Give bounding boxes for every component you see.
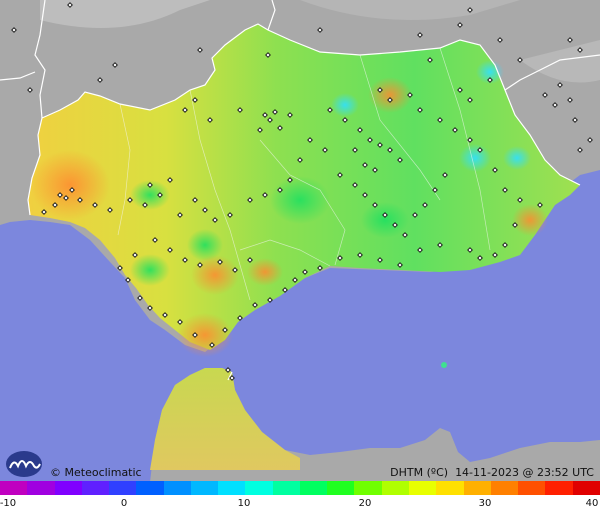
scale-color-cell <box>163 481 191 495</box>
hotspot-malaga <box>247 258 283 286</box>
scale-color-cell <box>408 481 437 495</box>
attribution-label: © Meteoclimatic <box>50 466 142 479</box>
scale-color-cell <box>272 481 300 495</box>
scale-color-cell <box>190 481 219 495</box>
hotspot-almeria <box>512 204 548 236</box>
scale-tick-label: 0 <box>120 498 128 509</box>
scale-tick-label: 10 <box>237 498 251 509</box>
scale-color-cell <box>218 481 246 495</box>
variable-label: DHTM (ºC) <box>390 466 449 479</box>
greenspot-3 <box>187 229 223 261</box>
datetime-label: 14-11-2023 @ 23:52 UTC <box>455 466 594 479</box>
scale-color-cell <box>245 481 273 495</box>
color-scale-bar <box>0 481 600 495</box>
scale-color-cell <box>436 481 464 495</box>
scale-color-cell <box>572 481 600 495</box>
scale-color-cell <box>327 481 355 495</box>
scale-color-cell <box>354 481 382 495</box>
greenspot-4 <box>270 176 330 224</box>
copyright-symbol: © <box>50 466 65 479</box>
scale-tick-label: 20 <box>358 498 372 509</box>
scale-color-cell <box>54 481 82 495</box>
scale-color-cell <box>0 481 28 495</box>
coolspot-granada <box>459 144 491 172</box>
hotspot-jerez <box>191 255 239 295</box>
map-canvas <box>0 0 600 482</box>
scale-tick-label: -10 <box>0 498 17 509</box>
island-marker <box>441 362 447 368</box>
scale-color-cell <box>490 481 519 495</box>
attribution-text: Meteoclimatic <box>64 466 142 479</box>
scale-color-cell <box>27 481 55 495</box>
scale-tick-label: 40 <box>585 498 599 509</box>
scale-color-cell <box>109 481 137 495</box>
meteoclimatic-logo <box>6 451 42 477</box>
coolspot-baza <box>503 146 531 170</box>
color-scale-ticks: -10 0 10 20 30 40 <box>0 495 600 517</box>
scale-color-cell <box>381 481 409 495</box>
scale-tick-label: 30 <box>478 498 492 509</box>
scale-color-cell <box>299 481 328 495</box>
greenspot-2 <box>130 254 170 286</box>
scale-color-cell <box>136 481 164 495</box>
greenspot-5 <box>361 202 409 238</box>
hotspot-huelva <box>30 150 110 220</box>
hotspot-jaen <box>368 77 412 113</box>
scale-color-cell <box>463 481 491 495</box>
map-stamp: DHTM (ºC) 14-11-2023 @ 23:52 UTC <box>390 466 594 479</box>
temperature-map: © Meteoclimatic DHTM (ºC) 14-11-2023 @ 2… <box>0 0 600 517</box>
scale-color-cell <box>518 481 546 495</box>
scale-color-cell <box>545 481 573 495</box>
scale-color-cell <box>81 481 110 495</box>
coolspot-cordoba <box>331 93 359 117</box>
hotspot-cadiz <box>177 313 233 357</box>
